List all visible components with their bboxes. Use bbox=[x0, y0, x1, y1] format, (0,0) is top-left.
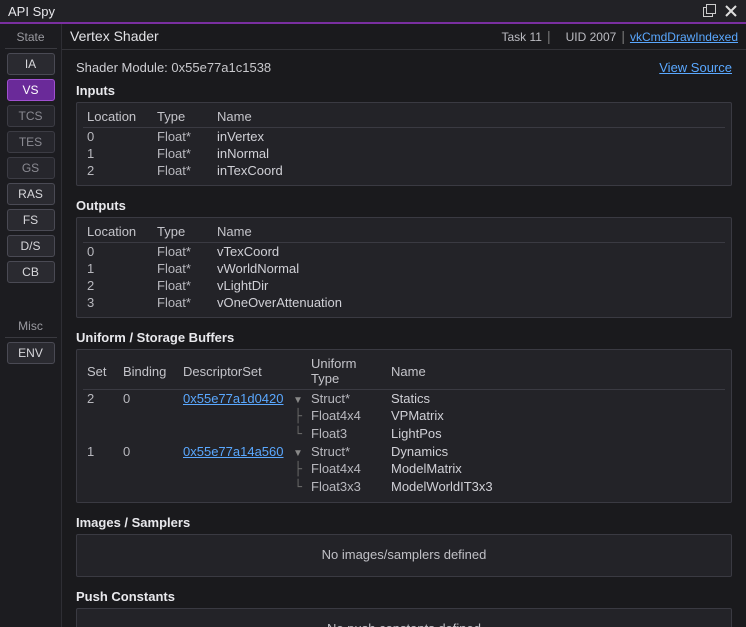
descriptor-link[interactable]: 0x55e77a14a560 bbox=[183, 444, 284, 459]
table-row[interactable]: 0Float*vTexCoord bbox=[83, 243, 725, 261]
shader-module-value: 0x55e77a1c1538 bbox=[171, 60, 271, 75]
inputs-table: Location Type Name 0Float*inVertex1Float… bbox=[76, 102, 732, 186]
task-label: Task 11 bbox=[502, 30, 542, 44]
buffer-row[interactable]: 200x55e77a1d0420▼Struct*Statics bbox=[83, 390, 725, 408]
outputs-table: Location Type Name 0Float*vTexCoord1Floa… bbox=[76, 217, 732, 318]
sidebar-group-misc: Misc bbox=[5, 317, 57, 338]
buffer-row[interactable]: 100x55e77a14a560▼Struct*Dynamics bbox=[83, 443, 725, 460]
buffers-table: Set Binding DescriptorSet Uniform Type N… bbox=[76, 349, 732, 503]
col-type: Type bbox=[153, 107, 213, 128]
misc-button-env[interactable]: ENV bbox=[7, 342, 55, 364]
buffer-member-row: ├Float4x4ModelMatrix bbox=[83, 460, 725, 478]
stage-sidebar: State IA VS TCS TES GS RAS FS D/S CB Misc ENV bbox=[0, 24, 62, 627]
table-row[interactable]: 1Float*inNormal bbox=[83, 145, 725, 162]
buffer-member-row: └Float3x3ModelWorldIT3x3 bbox=[83, 478, 725, 496]
table-row[interactable]: 2Float*inTexCoord bbox=[83, 162, 725, 179]
stage-button-cb[interactable]: CB bbox=[7, 261, 55, 283]
table-row[interactable]: 3Float*vOneOverAttenuation bbox=[83, 294, 725, 311]
detach-icon[interactable] bbox=[700, 2, 718, 20]
sidebar-group-state: State bbox=[5, 28, 57, 49]
stage-button-tes[interactable]: TES bbox=[7, 131, 55, 153]
chevron-down-icon: ▼ bbox=[293, 448, 303, 459]
table-row[interactable]: 0Float*inVertex bbox=[83, 128, 725, 146]
shader-module-label: Shader Module: bbox=[76, 60, 168, 75]
table-row[interactable]: 1Float*vWorldNormal bbox=[83, 260, 725, 277]
buffer-member-row: └Float3LightPos bbox=[83, 425, 725, 443]
command-link[interactable]: vkCmdDrawIndexed bbox=[630, 30, 738, 44]
chevron-down-icon: ▼ bbox=[293, 395, 303, 406]
view-source-link[interactable]: View Source bbox=[659, 60, 732, 75]
section-buffers: Uniform / Storage Buffers bbox=[76, 330, 732, 345]
images-empty: No images/samplers defined bbox=[83, 539, 725, 570]
buffer-member-row: ├Float4x4VPMatrix bbox=[83, 407, 725, 425]
stage-button-gs[interactable]: GS bbox=[7, 157, 55, 179]
stage-button-fs[interactable]: FS bbox=[7, 209, 55, 231]
section-inputs: Inputs bbox=[76, 83, 732, 98]
descriptor-link[interactable]: 0x55e77a1d0420 bbox=[183, 391, 284, 406]
uid-label: UID 2007 bbox=[566, 30, 617, 44]
col-location: Location bbox=[83, 107, 153, 128]
page-title: Vertex Shader bbox=[70, 28, 159, 44]
stage-button-ia[interactable]: IA bbox=[7, 53, 55, 75]
section-push: Push Constants bbox=[76, 589, 732, 604]
push-empty: No push constants defined bbox=[83, 613, 725, 627]
window-title: API Spy bbox=[8, 4, 700, 19]
table-row[interactable]: 2Float*vLightDir bbox=[83, 277, 725, 294]
page-header: Vertex Shader Task 11 | UID 2007 | vkCmd… bbox=[62, 24, 746, 50]
section-images: Images / Samplers bbox=[76, 515, 732, 530]
stage-button-vs[interactable]: VS bbox=[7, 79, 55, 101]
stage-button-ras[interactable]: RAS bbox=[7, 183, 55, 205]
push-table: No push constants defined bbox=[76, 608, 732, 627]
col-name: Name bbox=[213, 107, 725, 128]
stage-button-tcs[interactable]: TCS bbox=[7, 105, 55, 127]
images-table: No images/samplers defined bbox=[76, 534, 732, 577]
section-outputs: Outputs bbox=[76, 198, 732, 213]
close-icon[interactable] bbox=[722, 2, 740, 20]
stage-button-ds[interactable]: D/S bbox=[7, 235, 55, 257]
title-bar: API Spy bbox=[0, 0, 746, 24]
